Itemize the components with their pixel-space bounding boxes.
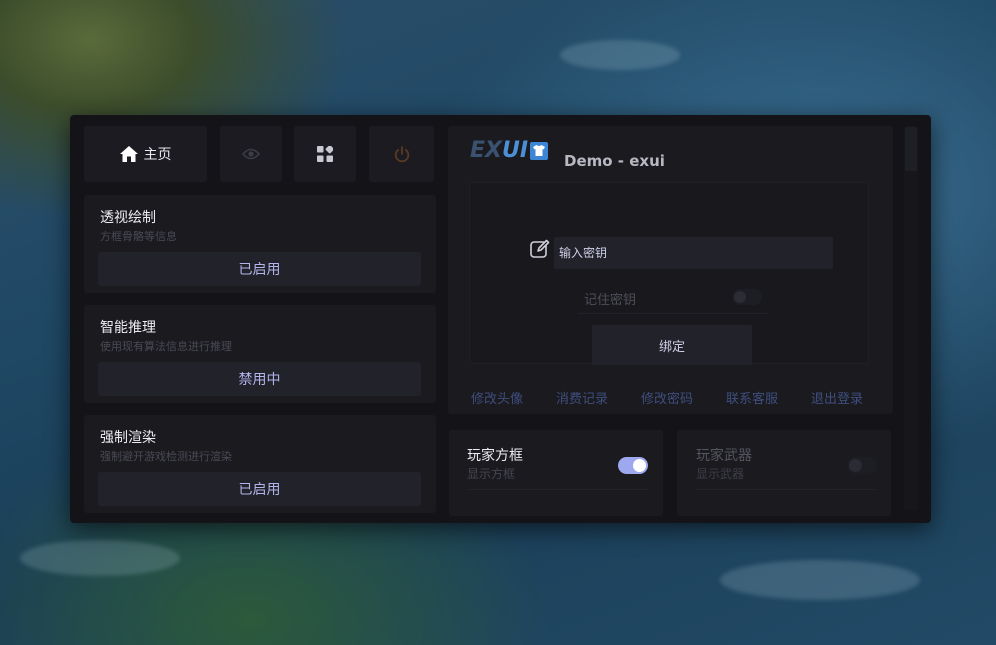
shirt-icon [530, 141, 549, 160]
change-password-link[interactable]: 修改密码 [641, 388, 693, 407]
change-avatar-link[interactable]: 修改头像 [471, 388, 523, 407]
remember-key-row: 记住密钥 [578, 285, 768, 314]
card-smart-inference: 智能推理 使用现有算法信息进行推理 禁用中 [84, 305, 436, 403]
app-logo: EXUI [470, 138, 549, 163]
edit-icon [530, 239, 550, 263]
home-icon [119, 146, 138, 162]
apps-grid-icon [317, 146, 333, 162]
remember-key-toggle[interactable] [732, 289, 762, 305]
card-desc: 强制避开游戏检测进行渲染 [100, 450, 232, 463]
scrollbar[interactable] [904, 126, 918, 510]
background-water [720, 560, 920, 600]
card-force-render-toggle-button[interactable]: 已启用 [98, 472, 421, 506]
feature-player-box: 玩家方框 显示方框 [449, 430, 663, 516]
feature-title: 玩家方框 [467, 448, 523, 464]
card-esp-toggle-button[interactable]: 已启用 [98, 252, 421, 286]
app-title: Demo - exui [564, 152, 665, 170]
logo-text: EXUI [470, 138, 529, 163]
card-desc: 使用现有算法信息进行推理 [100, 340, 232, 353]
card-title: 智能推理 [100, 320, 156, 336]
feature-player-weapon: 玩家武器 显示武器 [677, 430, 891, 516]
card-smart-inference-toggle-button[interactable]: 禁用中 [98, 362, 421, 396]
card-desc: 方框骨骼等信息 [100, 230, 177, 243]
tab-home[interactable]: 主页 [84, 126, 207, 182]
player-box-toggle[interactable] [618, 457, 648, 474]
purchase-history-link[interactable]: 消费记录 [556, 388, 608, 407]
remember-key-label: 记住密钥 [584, 293, 637, 308]
tab-home-label: 主页 [143, 147, 172, 163]
power-icon [394, 145, 410, 163]
logout-link[interactable]: 退出登录 [811, 388, 863, 407]
account-panel: EXUI Demo - exui 记住密钥 绑定 修改头像 消费记录 修改密码 … [448, 126, 893, 414]
card-title: 透视绘制 [100, 210, 156, 226]
player-weapon-toggle[interactable] [847, 457, 877, 474]
eye-icon [242, 148, 260, 160]
tab-bar: 主页 [84, 126, 434, 182]
bind-button[interactable]: 绑定 [592, 325, 752, 365]
contact-support-link[interactable]: 联系客服 [726, 388, 778, 407]
feature-desc: 显示方框 [467, 467, 516, 481]
feature-title: 玩家武器 [696, 448, 752, 464]
key-input[interactable] [554, 237, 833, 269]
feature-desc: 显示武器 [696, 467, 745, 481]
background-water [20, 540, 180, 576]
tab-visual[interactable] [220, 126, 282, 182]
card-esp: 透视绘制 方框骨骼等信息 已启用 [84, 195, 436, 293]
account-links: 修改头像 消费记录 修改密码 联系客服 退出登录 [471, 388, 891, 407]
tab-apps[interactable] [294, 126, 356, 182]
background-water [560, 40, 680, 70]
main-window: 主页 透视绘制 方框骨骼等信息 已启用 智能推理 使用现有算法信息进行推理 禁用… [70, 115, 931, 523]
card-title: 强制渲染 [100, 430, 156, 446]
tab-power[interactable] [369, 126, 434, 182]
scrollbar-thumb[interactable] [905, 127, 917, 171]
card-force-render: 强制渲染 强制避开游戏检测进行渲染 已启用 [84, 415, 436, 513]
